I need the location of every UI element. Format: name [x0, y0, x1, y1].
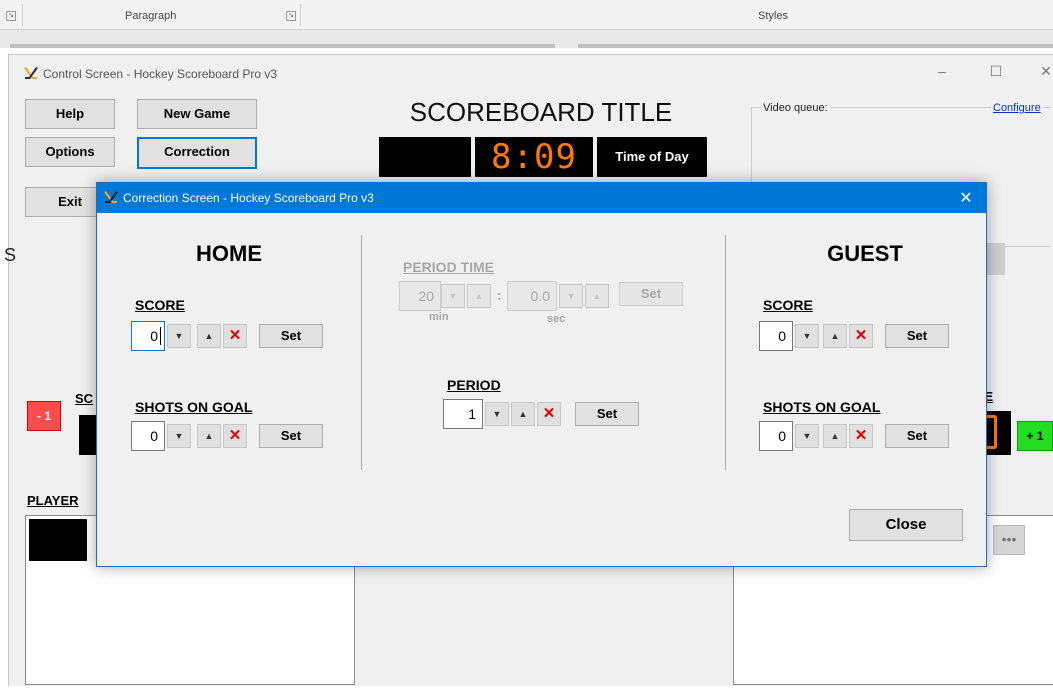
- ribbon-separator: [22, 4, 23, 26]
- home-score-label: SCORE: [135, 297, 185, 313]
- ribbon-launcher-icon[interactable]: ↘: [6, 11, 16, 21]
- ribbon-styles-label: Styles: [758, 10, 788, 22]
- close-icon[interactable]: ✕: [1031, 61, 1053, 81]
- correction-dialog: Correction Screen - Hockey Scoreboard Pr…: [96, 182, 987, 567]
- text-caret: [160, 327, 161, 345]
- guest-score-down-icon[interactable]: ▼: [795, 324, 819, 348]
- home-shots-clear-icon[interactable]: ✕: [223, 424, 247, 448]
- period-label: PERIOD: [447, 377, 501, 393]
- correction-dialog-titlebar: Correction Screen - Hockey Scoreboard Pr…: [97, 183, 986, 213]
- correction-button[interactable]: Correction: [137, 137, 257, 169]
- period-sec-down-icon[interactable]: ▼: [559, 284, 583, 308]
- period-time-min-input[interactable]: 20: [399, 281, 441, 311]
- guest-score-set-button[interactable]: Set: [885, 324, 949, 348]
- new-game-button[interactable]: New Game: [137, 99, 257, 129]
- guest-score-up-icon[interactable]: ▲: [823, 324, 847, 348]
- home-shots-set-button[interactable]: Set: [259, 424, 323, 448]
- home-shots-up-icon[interactable]: ▲: [197, 424, 221, 448]
- period-up-icon[interactable]: ▲: [511, 402, 535, 426]
- video-queue-label: Video queue:: [761, 102, 830, 114]
- ribbon-bar: ↘ Paragraph ↘ Styles: [0, 0, 1053, 30]
- scoreboard-blank-panel: [379, 137, 471, 177]
- column-divider: [361, 235, 362, 470]
- period-clear-icon[interactable]: ✕: [537, 402, 561, 426]
- paragraph-launcher-icon[interactable]: ↘: [286, 11, 296, 21]
- ribbon-lower-strip: [0, 30, 1053, 48]
- guest-shots-down-icon[interactable]: ▼: [795, 424, 819, 448]
- period-min-up-icon[interactable]: ▲: [467, 284, 491, 308]
- sec-label: sec: [547, 313, 566, 325]
- guest-score-label: SCORE: [763, 297, 813, 313]
- ribbon-paragraph-label: Paragraph: [125, 10, 177, 22]
- close-icon[interactable]: ✕: [956, 188, 976, 208]
- period-input[interactable]: 1: [443, 399, 483, 429]
- ribbon-separator: [300, 4, 301, 26]
- period-set-button[interactable]: Set: [575, 402, 639, 426]
- home-minus-one-button[interactable]: - 1: [27, 401, 61, 431]
- more-options-button[interactable]: •••: [993, 525, 1025, 555]
- minimize-icon[interactable]: –: [927, 61, 957, 81]
- time-of-day-button[interactable]: Time of Day: [597, 137, 707, 177]
- guest-shots-label: SHOTS ON GOAL: [763, 399, 881, 415]
- guest-score-clear-icon[interactable]: ✕: [849, 324, 873, 348]
- correction-dialog-title: Correction Screen - Hockey Scoreboard Pr…: [123, 191, 374, 205]
- period-time-set-button[interactable]: Set: [619, 282, 683, 306]
- left-edge-text: S: [4, 245, 17, 265]
- hockey-sticks-icon: [103, 191, 119, 205]
- period-time-label: PERIOD TIME: [403, 259, 495, 275]
- options-button[interactable]: Options: [25, 137, 115, 167]
- hockey-sticks-icon: [23, 67, 39, 81]
- guest-shots-input[interactable]: 0: [759, 421, 793, 451]
- home-shots-down-icon[interactable]: ▼: [167, 424, 191, 448]
- player-photo: [29, 519, 87, 561]
- period-time-sec-input[interactable]: 0.0: [507, 281, 557, 311]
- ribbon-ruler: [578, 44, 1053, 48]
- guest-heading: GUEST: [827, 241, 903, 266]
- guest-shots-set-button[interactable]: Set: [885, 424, 949, 448]
- game-clock: 8:09: [475, 137, 593, 177]
- period-sec-up-icon[interactable]: ▲: [585, 284, 609, 308]
- home-score-up-icon[interactable]: ▲: [197, 324, 221, 348]
- home-shots-input[interactable]: 0: [131, 421, 165, 451]
- guest-score-input[interactable]: 0: [759, 321, 793, 351]
- min-label: min: [429, 311, 449, 323]
- period-down-icon[interactable]: ▼: [485, 402, 509, 426]
- home-score-clear-icon[interactable]: ✕: [223, 324, 247, 348]
- close-button[interactable]: Close: [849, 509, 963, 541]
- period-min-down-icon[interactable]: ▼: [441, 284, 465, 308]
- column-divider: [725, 235, 726, 470]
- guest-shots-up-icon[interactable]: ▲: [823, 424, 847, 448]
- home-score-set-button[interactable]: Set: [259, 324, 323, 348]
- scoreboard-title: SCOREBOARD TITLE: [409, 97, 673, 127]
- maximize-icon[interactable]: ☐: [981, 61, 1011, 81]
- player-label: PLAYER: [27, 493, 79, 508]
- home-score-label: SC: [75, 391, 94, 406]
- guest-shots-clear-icon[interactable]: ✕: [849, 424, 873, 448]
- home-shots-label: SHOTS ON GOAL: [135, 399, 253, 415]
- home-heading: HOME: [196, 241, 262, 266]
- configure-link[interactable]: Configure: [991, 102, 1043, 114]
- help-button[interactable]: Help: [25, 99, 115, 129]
- control-window-title: Control Screen - Hockey Scoreboard Pro v…: [43, 67, 278, 81]
- ribbon-ruler: [10, 44, 555, 48]
- guest-plus-one-button[interactable]: + 1: [1017, 421, 1053, 451]
- time-colon: :: [497, 287, 502, 303]
- home-score-down-icon[interactable]: ▼: [167, 324, 191, 348]
